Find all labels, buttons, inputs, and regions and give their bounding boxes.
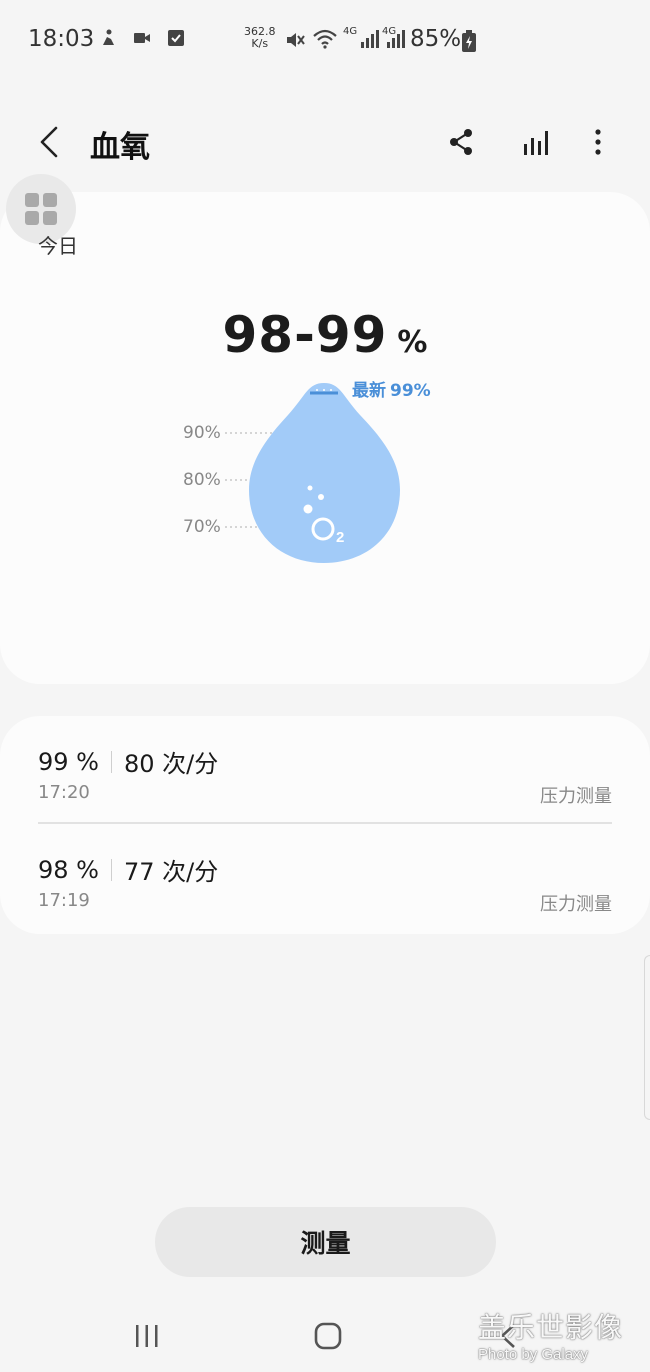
today-label: 今日 <box>38 234 78 258</box>
record-values: 99 % 80 次/分 <box>38 744 218 779</box>
net-speed: 362.8 K/s <box>244 26 276 50</box>
battery-charging-icon <box>462 30 476 52</box>
record-values: 98 % 77 次/分 <box>38 852 218 887</box>
side-handle[interactable] <box>644 955 650 1120</box>
stats-icon <box>524 131 548 155</box>
more-options-button[interactable] <box>578 122 618 162</box>
record-row[interactable]: 98 % 77 次/分 17:19 压力测量 <box>38 826 612 926</box>
record-heart-rate: 80 次/分 <box>123 750 219 778</box>
bubble <box>303 504 313 514</box>
drop-shape <box>249 383 400 563</box>
spo2-range: 98-99% <box>0 306 650 364</box>
net-speed-unit: K/s <box>251 37 269 50</box>
record-row[interactable]: 99 % 80 次/分 17:20 压力测量 <box>38 718 612 818</box>
share-icon <box>450 129 472 155</box>
battery-level: 85% <box>410 26 462 52</box>
record-type: 压力测量 <box>540 894 612 915</box>
record-spo2: 99 % <box>38 747 99 776</box>
more-vertical-icon <box>595 129 601 155</box>
watermark-sub: Photo by Galaxy <box>478 1346 589 1363</box>
marker-dot <box>323 389 325 391</box>
watermark: 盖乐世影像 Photo by Galaxy <box>478 1306 646 1363</box>
back-button[interactable] <box>30 122 70 162</box>
recent-apps-button[interactable] <box>134 1324 160 1348</box>
signal-icon <box>387 30 405 48</box>
fitness-icon <box>103 29 114 45</box>
home-button[interactable] <box>314 1322 342 1350</box>
status-time: 18:03 <box>28 26 95 52</box>
record-spo2: 98 % <box>38 855 99 884</box>
stats-button[interactable] <box>516 122 556 162</box>
checkbox-icon <box>168 30 184 46</box>
oxygen-drop-gauge: 2 <box>225 383 400 563</box>
record-time: 17:20 <box>38 782 90 803</box>
status-icons-left <box>98 28 186 48</box>
share-button[interactable] <box>441 122 481 162</box>
network-4g-label-1: 4G <box>343 26 358 37</box>
status-bar: 18:03 362.8 K/s 4G 4G 85% <box>0 0 650 80</box>
record-type: 压力测量 <box>540 786 612 807</box>
grid-icon <box>25 193 57 225</box>
record-separator <box>110 858 112 881</box>
record-time: 17:19 <box>38 890 90 911</box>
o2-subscript: 2 <box>336 529 344 546</box>
video-icon <box>134 33 150 43</box>
watermark-main: 盖乐世影像 <box>478 1311 624 1344</box>
marker-dot <box>316 389 318 391</box>
signal-icon <box>361 30 379 48</box>
bubble <box>307 485 313 491</box>
wifi-icon <box>313 29 337 49</box>
spo2-range-unit: % <box>397 325 428 360</box>
measure-button[interactable]: 测量 <box>155 1207 496 1277</box>
back-arrow-icon <box>40 126 58 158</box>
app-header: 血氧 <box>0 110 650 174</box>
page-title: 血氧 <box>90 130 150 165</box>
record-separator <box>110 750 112 773</box>
spo2-range-value: 98-99 <box>222 306 388 364</box>
record-heart-rate: 77 次/分 <box>123 858 219 886</box>
marker-dot <box>330 389 332 391</box>
bubble <box>318 494 324 500</box>
record-divider <box>38 822 612 824</box>
mute-icon <box>287 33 305 47</box>
